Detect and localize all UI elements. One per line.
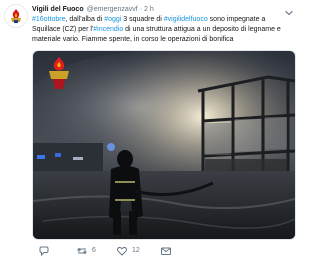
retweet-icon: [77, 247, 87, 255]
tweet-text-segment: 3 squadre di: [121, 16, 164, 23]
fire-scene-photo: [33, 51, 295, 239]
header-separator: ·: [139, 6, 143, 13]
like-button[interactable]: 12: [116, 244, 140, 258]
hashtag-link[interactable]: #16ottobre: [32, 16, 65, 23]
display-name[interactable]: Vigili del Fuoco: [32, 6, 84, 13]
tweet-menu-button[interactable]: [284, 5, 294, 16]
tweet-card: Vigili del Fuoco @emergenzavvf · 2 h #16ott…: [0, 0, 300, 266]
vvf-logo-icon: [5, 5, 27, 27]
direct-message-button[interactable]: [160, 244, 172, 258]
hashtag-link[interactable]: #vigilidelfuoco: [164, 16, 208, 23]
envelope-icon: [161, 247, 171, 255]
tweet-actions: 6 12: [32, 244, 294, 258]
heart-icon: [117, 246, 127, 256]
profile-avatar[interactable]: [4, 4, 28, 28]
reply-button[interactable]: [38, 244, 54, 258]
retweet-count: 6: [92, 247, 96, 254]
tweet-text: #16ottobre, dall'alba di #oggi 3 squadre…: [32, 15, 294, 45]
tweet-timestamp[interactable]: 2 h: [144, 6, 154, 13]
reply-icon: [39, 246, 49, 257]
hashtag-link[interactable]: #incendio: [93, 26, 123, 33]
user-handle[interactable]: @emergenzavvf: [87, 6, 138, 13]
like-count: 12: [132, 247, 140, 254]
tweet-text-segment: , dall'alba di: [65, 16, 105, 23]
tweet-photo[interactable]: [32, 50, 296, 240]
retweet-button[interactable]: 6: [76, 244, 96, 258]
hashtag-link[interactable]: #oggi: [104, 16, 121, 23]
